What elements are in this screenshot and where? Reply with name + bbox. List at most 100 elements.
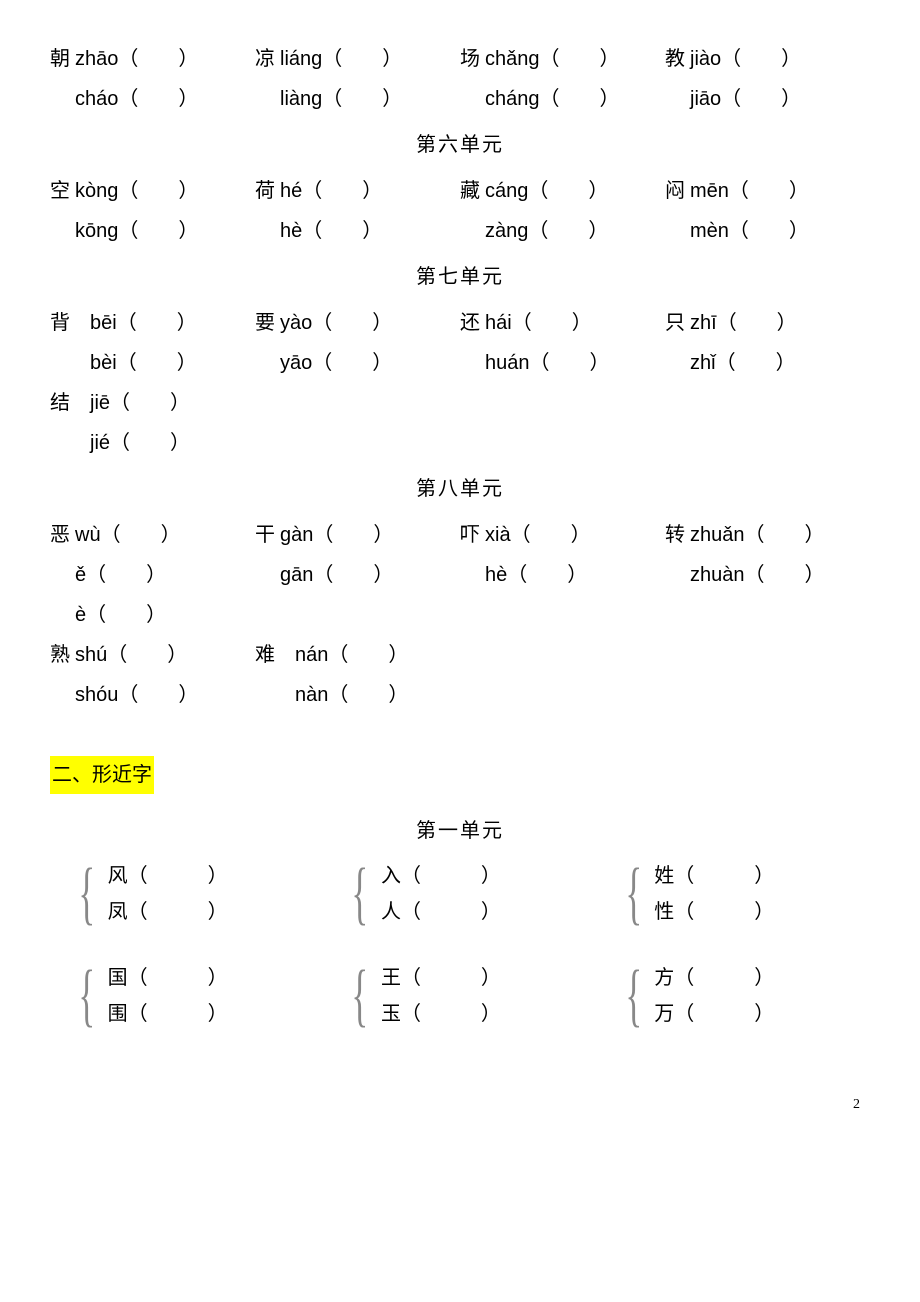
hanzi: 吓 (460, 524, 480, 546)
pinyin: mēn (690, 180, 729, 202)
pinyin-cell: gān（ ） (255, 556, 460, 594)
blank-paren: （ ） (717, 312, 797, 334)
blank-paren: （ ） (86, 604, 166, 626)
blank-paren: （ ） (322, 48, 402, 70)
blank-paren: （ ） (716, 352, 796, 374)
pinyin-cell: cháng（ ） (460, 80, 665, 118)
char-group-row: { 风（ ） 凤（ ） { 入（ ） 人（ ） { 姓（ ） 性（ ） (50, 858, 870, 930)
blank-paren: （ ） (117, 312, 197, 334)
brace-icon: { (352, 859, 369, 929)
blank-paren: （ ） (528, 180, 608, 202)
pinyin-cell: hè（ ） (460, 556, 665, 594)
pinyin: jié (90, 432, 110, 454)
blank-paren: （ ） (674, 1003, 774, 1025)
pinyin-cell: 还 hái（ ） (460, 304, 665, 342)
hanzi: 干 (255, 524, 275, 546)
hanzi: 人 (381, 901, 401, 923)
blank-paren: （ ） (118, 220, 198, 242)
blank-paren: （ ） (313, 564, 393, 586)
blank-paren: （ ） (401, 1003, 501, 1025)
blank-paren: （ ） (117, 352, 197, 374)
pinyin-cell: 转 zhuǎn（ ） (665, 516, 870, 554)
blank-paren: （ ） (401, 865, 501, 887)
pinyin-cell: 恶 wù（ ） (50, 516, 255, 554)
pinyin: yāo (280, 352, 312, 374)
blank-paren: （ ） (86, 564, 166, 586)
hanzi: 结 (50, 392, 70, 414)
blank-paren: （ ） (101, 524, 181, 546)
hanzi: 凉 (255, 48, 275, 70)
pinyin-row: shóu（ ） nàn（ ） (50, 676, 870, 714)
pinyin: cháng (485, 88, 540, 110)
hanzi: 教 (665, 48, 685, 70)
blank-paren: （ ） (674, 901, 774, 923)
hanzi: 还 (460, 312, 480, 334)
pinyin: zhuàn (690, 564, 745, 586)
blank-paren: （ ） (128, 901, 228, 923)
hanzi: 王 (381, 967, 401, 989)
pinyin-cell: 空 kòng（ ） (50, 172, 255, 210)
pinyin-row: è（ ） (50, 596, 870, 634)
hanzi: 国 (108, 967, 128, 989)
blank-paren: （ ） (401, 967, 501, 989)
blank-paren: （ ） (528, 220, 608, 242)
char-group: { 风（ ） 凤（ ） (50, 858, 323, 930)
blank-paren: （ ） (721, 48, 801, 70)
pinyin-cell: ě（ ） (50, 556, 255, 594)
blank-paren: （ ） (107, 644, 187, 666)
char-item: 入（ ） (381, 858, 501, 894)
pinyin: huán (485, 352, 530, 374)
blank-paren: （ ） (118, 48, 198, 70)
unit-title: 第八单元 (50, 470, 870, 508)
blank-paren: （ ） (745, 524, 825, 546)
blank-paren: （ ） (729, 180, 809, 202)
char-item: 人（ ） (381, 894, 501, 930)
pinyin: hé (280, 180, 302, 202)
pinyin-cell: zàng（ ） (460, 212, 665, 250)
hanzi: 荷 (255, 180, 275, 202)
blank-paren: （ ） (118, 684, 198, 706)
pinyin: cháo (75, 88, 118, 110)
pinyin-row: 朝 zhāo（ ） 凉 liáng（ ） 场 chǎng（ ） 教 jiào（ … (50, 40, 870, 78)
char-item: 王（ ） (381, 960, 501, 996)
pinyin-cell: è（ ） (50, 596, 870, 634)
char-item: 性（ ） (654, 894, 774, 930)
pinyin-cell: mèn（ ） (665, 212, 870, 250)
brace-icon: { (352, 961, 369, 1031)
pinyin: shú (75, 644, 107, 666)
pinyin-cell: 闷 mēn（ ） (665, 172, 870, 210)
pinyin: hái (485, 312, 512, 334)
blank-paren: （ ） (328, 684, 408, 706)
pinyin-cell: 结 jiē（ ） (50, 384, 870, 422)
pinyin-cell: 教 jiào（ ） (665, 40, 870, 78)
pinyin-cell: 荷 hé（ ） (255, 172, 460, 210)
hanzi: 围 (108, 1003, 128, 1025)
blank-paren: （ ） (110, 432, 190, 454)
pinyin: cáng (485, 180, 528, 202)
pinyin-row: 恶 wù（ ） 干 gàn（ ） 吓 xià（ ） 转 zhuǎn（ ） (50, 516, 870, 554)
pinyin: bēi (90, 312, 117, 334)
blank-paren: （ ） (110, 392, 190, 414)
pinyin-cell: 朝 zhāo（ ） (50, 40, 255, 78)
pinyin-cell: hè（ ） (255, 212, 460, 250)
pinyin: zhuǎn (690, 524, 745, 546)
pinyin-row: 背 bēi（ ） 要 yào（ ） 还 hái（ ） 只 zhī（ ） (50, 304, 870, 342)
blank-paren: （ ） (313, 524, 393, 546)
pinyin-row: 空 kòng（ ） 荷 hé（ ） 藏 cáng（ ） 闷 mēn（ ） (50, 172, 870, 210)
section-title: 二、形近字 (50, 756, 154, 794)
pinyin-cell: zhuàn（ ） (665, 556, 870, 594)
blank-paren: （ ） (512, 312, 592, 334)
blank-paren: （ ） (312, 352, 392, 374)
blank-paren: （ ） (328, 644, 408, 666)
pinyin: jiào (690, 48, 721, 70)
pinyin-cell: yāo（ ） (255, 344, 460, 382)
char-item: 姓（ ） (654, 858, 774, 894)
hanzi: 难 (255, 644, 275, 666)
pinyin-cell: kōng（ ） (50, 212, 255, 250)
blank-paren: （ ） (128, 1003, 228, 1025)
char-item: 风（ ） (108, 858, 228, 894)
blank-paren: （ ） (721, 88, 801, 110)
pinyin-cell: 干 gàn（ ） (255, 516, 460, 554)
pinyin: jiē (90, 392, 110, 414)
blank-paren: （ ） (530, 352, 610, 374)
